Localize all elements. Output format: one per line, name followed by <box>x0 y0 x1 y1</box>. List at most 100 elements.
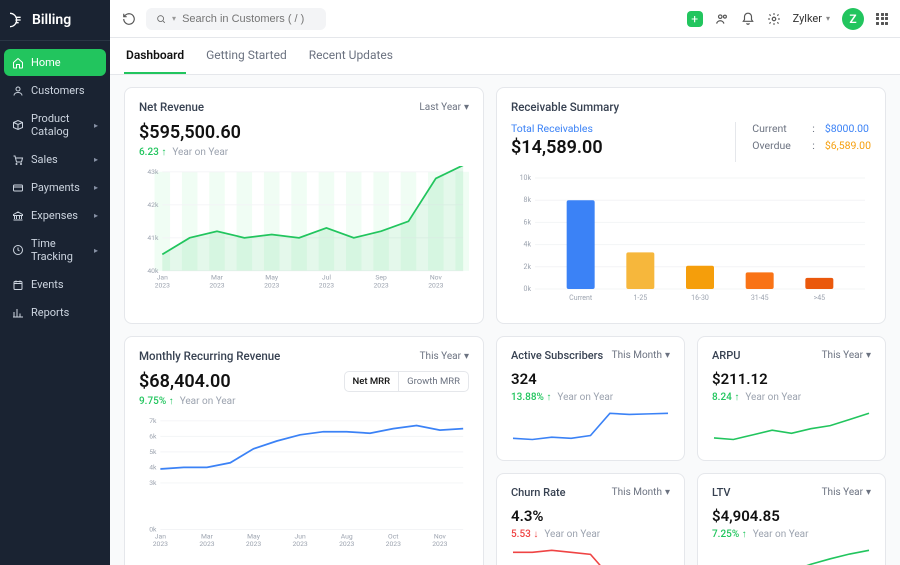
mrr-toggle[interactable]: Net MRR Growth MRR <box>344 371 469 392</box>
chevron-right-icon: ▸ <box>94 155 98 164</box>
svg-text:2k: 2k <box>524 263 532 271</box>
svg-text:43k: 43k <box>147 168 159 176</box>
period-selector[interactable]: This Month▾ <box>612 350 670 361</box>
svg-text:2023: 2023 <box>373 281 388 289</box>
chevron-down-icon: ▾ <box>866 487 871 498</box>
mrr-chart: 0k3k4k5k6k7kJan2023Mar2023May2023Jun2023… <box>139 415 469 551</box>
clock-icon <box>12 244 24 256</box>
svg-text:2023: 2023 <box>319 281 334 289</box>
card-title: Monthly Recurring Revenue <box>139 349 280 363</box>
svg-text:6k: 6k <box>149 432 157 440</box>
active-subscribers-card: Active Subscribers This Month▾ 324 13.88… <box>496 336 685 461</box>
chevron-down-icon: ▾ <box>826 14 830 23</box>
arpu-sparkline <box>712 409 871 444</box>
sidebar-item-payments[interactable]: Payments ▸ <box>4 174 106 201</box>
svg-text:Nov: Nov <box>430 274 443 282</box>
chevron-right-icon: ▸ <box>94 183 98 192</box>
svg-text:4k: 4k <box>524 241 532 249</box>
sidebar-item-reports[interactable]: Reports <box>4 299 106 326</box>
chevron-right-icon: ▸ <box>94 121 98 130</box>
refresh-icon[interactable] <box>122 12 136 26</box>
churn-card: Churn Rate This Month▾ 4.3% 5.53 ↓Year o… <box>496 473 685 565</box>
period-selector[interactable]: Last Year▾ <box>419 102 469 113</box>
receivable-summary-card: Receivable Summary Total Receivables $14… <box>496 87 886 324</box>
mrr-card: Monthly Recurring Revenue This Year▾ $68… <box>124 336 484 565</box>
card-title: Net Revenue <box>139 100 204 114</box>
user-icon <box>12 85 24 97</box>
svg-text:3k: 3k <box>149 479 157 487</box>
svg-text:Mar: Mar <box>201 532 214 540</box>
svg-text:Sep: Sep <box>375 274 387 282</box>
arpu-card: ARPU This Year▾ $211.12 8.24 ↑Year on Ye… <box>697 336 886 461</box>
tabs: Dashboard Getting Started Recent Updates <box>110 38 900 75</box>
svg-text:2023: 2023 <box>153 540 168 548</box>
sidebar-item-events[interactable]: Events <box>4 271 106 298</box>
ltv-card: LTV This Year▾ $4,904.85 7.25% ↑Year on … <box>697 473 886 565</box>
sidebar-item-customers[interactable]: Customers <box>4 77 106 104</box>
bell-icon[interactable] <box>741 12 755 26</box>
add-button[interactable]: + <box>687 11 703 27</box>
net-revenue-value: $595,500.60 <box>139 122 469 143</box>
period-selector[interactable]: This Year▾ <box>420 351 469 362</box>
svg-text:Nov: Nov <box>434 532 447 540</box>
org-selector[interactable]: Zylker▾ <box>793 12 830 25</box>
period-selector[interactable]: This Year▾ <box>822 487 871 498</box>
tab-dashboard[interactable]: Dashboard <box>124 38 186 74</box>
svg-text:10k: 10k <box>520 174 532 182</box>
users-icon[interactable] <box>715 12 729 26</box>
net-revenue-delta: 6.23 ↑ Year on Year <box>139 147 469 158</box>
apps-icon[interactable] <box>876 13 888 25</box>
svg-text:Jan: Jan <box>155 532 166 540</box>
sidebar-item-time-tracking[interactable]: Time Tracking ▸ <box>4 230 106 270</box>
chevron-down-icon: ▾ <box>866 350 871 361</box>
svg-text:2023: 2023 <box>432 540 447 548</box>
svg-text:16-30: 16-30 <box>691 294 709 302</box>
svg-text:31-45: 31-45 <box>751 294 769 302</box>
search-box[interactable]: ▾ <box>146 8 326 30</box>
sidebar-item-expenses[interactable]: Expenses▸ <box>4 202 106 229</box>
svg-text:May: May <box>265 274 279 282</box>
growth-mrr-option[interactable]: Growth MRR <box>399 372 468 391</box>
avatar[interactable]: Z <box>842 8 864 30</box>
svg-text:Mar: Mar <box>211 274 224 282</box>
chevron-down-icon: ▾ <box>172 14 176 23</box>
svg-text:41k: 41k <box>147 234 159 242</box>
svg-text:2023: 2023 <box>339 540 354 548</box>
subscribers-sparkline <box>511 409 670 444</box>
sidebar-item-label: Payments <box>31 181 80 194</box>
sidebar-item-home[interactable]: Home <box>4 49 106 76</box>
period-selector[interactable]: This Year▾ <box>822 350 871 361</box>
chart-icon <box>12 307 24 319</box>
sidebar-item-sales[interactable]: Sales ▸ <box>4 146 106 173</box>
tab-recent-updates[interactable]: Recent Updates <box>307 38 395 74</box>
svg-text:Oct: Oct <box>388 532 398 540</box>
sidebar-item-product-catalog[interactable]: Product Catalog ▸ <box>4 105 106 145</box>
sidebar-item-label: Customers <box>31 84 85 97</box>
receivables-chart: 0k2k4k6k8k10kCurrent1-2516-3031-45>45 <box>511 172 871 307</box>
chevron-right-icon: ▸ <box>94 246 98 255</box>
cart-icon <box>12 154 24 166</box>
mrr-delta: 9.75% ↑ Year on Year <box>139 396 236 407</box>
svg-text:2023: 2023 <box>209 281 224 289</box>
brand: Billing <box>0 0 110 41</box>
total-receivables-value: $14,589.00 <box>511 137 719 158</box>
chevron-down-icon: ▾ <box>665 487 670 498</box>
search-icon <box>156 13 166 25</box>
net-mrr-option[interactable]: Net MRR <box>345 372 400 391</box>
sidebar-item-label: Sales <box>31 153 58 166</box>
sidebar-item-label: Reports <box>31 306 69 319</box>
period-selector[interactable]: This Month▾ <box>612 487 670 498</box>
chevron-down-icon: ▾ <box>665 350 670 361</box>
sidebar-item-label: Time Tracking <box>31 237 87 263</box>
gear-icon[interactable] <box>767 12 781 26</box>
svg-text:42k: 42k <box>147 201 159 209</box>
sidebar-item-label: Product Catalog <box>31 112 87 138</box>
payment-icon <box>12 182 24 194</box>
receivable-breakdown: Current:$8000.00 Overdue:$6,589.00 <box>735 122 871 162</box>
tab-getting-started[interactable]: Getting Started <box>204 38 289 74</box>
search-input[interactable] <box>182 13 316 25</box>
svg-text:7k: 7k <box>149 417 157 425</box>
net-revenue-card: Net Revenue Last Year▾ $595,500.60 6.23 … <box>124 87 484 324</box>
svg-text:>45: >45 <box>814 294 826 302</box>
churn-sparkline <box>511 546 670 565</box>
